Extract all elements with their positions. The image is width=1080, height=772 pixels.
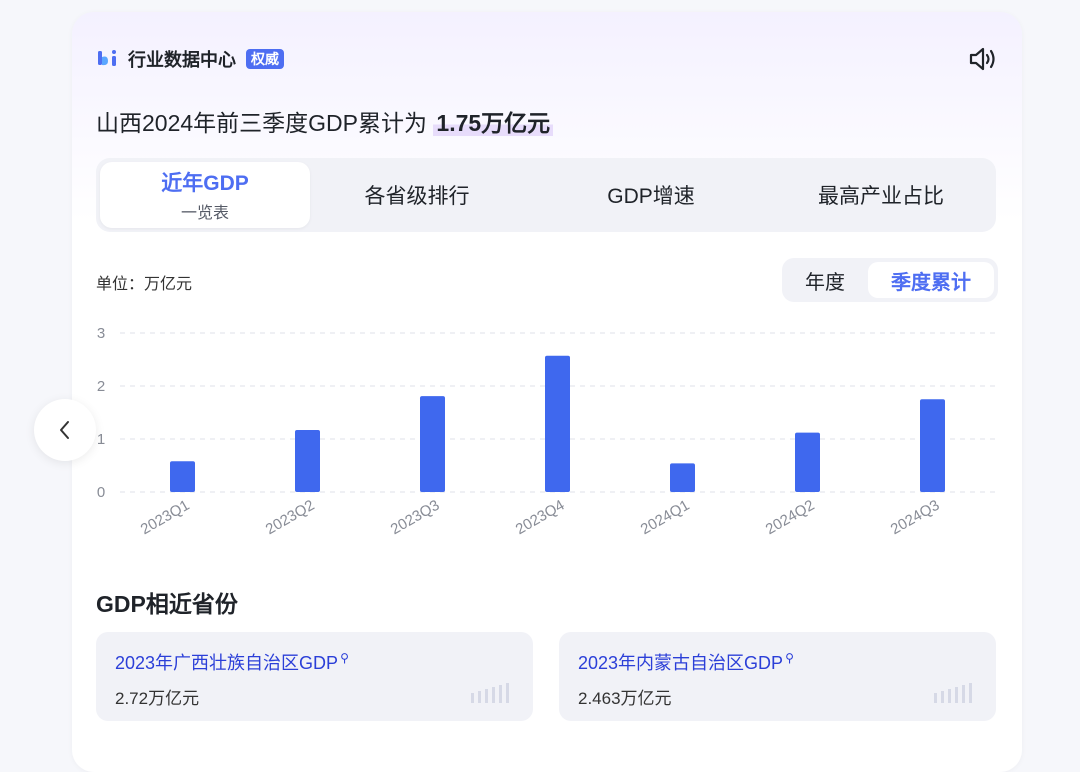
search-icon: ⚲ [785, 651, 794, 665]
bar [420, 396, 445, 492]
previous-button[interactable] [34, 399, 96, 461]
bar [795, 432, 820, 492]
y-tick-label: 3 [97, 325, 105, 342]
bar-chart-watermark-icon [934, 683, 972, 703]
x-tick-label: 2023Q2 [263, 497, 318, 538]
similar-province-name: 2023年内蒙古自治区GDP ⚲ [578, 649, 794, 675]
x-tick-label: 2023Q3 [388, 497, 443, 538]
y-tick-label: 1 [97, 431, 105, 448]
y-tick-label: 2 [97, 378, 105, 395]
x-tick-label: 2023Q4 [513, 497, 568, 538]
x-tick-label: 2024Q2 [763, 497, 818, 538]
similar-provinces-title: GDP相近省份 [96, 591, 238, 617]
gdp-bar-chart: 0 1 2 3 2023Q1 2023Q2 2023Q3 2023Q4 2024Q1 2024Q2… [97, 325, 995, 538]
x-tick-label: 2024Q1 [638, 497, 693, 538]
similar-province-card[interactable]: 2023年广西壮族自治区GDP ⚲ 2.72万亿元 [96, 632, 533, 721]
x-tick-label: 2024Q3 [888, 497, 943, 538]
similar-province-name: 2023年广西壮族自治区GDP ⚲ [115, 649, 349, 675]
bar-chart-watermark-icon [471, 683, 509, 703]
bar [670, 463, 695, 492]
search-icon: ⚲ [340, 651, 349, 665]
x-tick-label: 2023Q1 [138, 497, 193, 538]
bar [545, 355, 570, 492]
bar [295, 429, 320, 492]
chevron-left-icon [60, 421, 69, 439]
similar-province-name-text: 2023年广西壮族自治区GDP [115, 653, 339, 673]
similar-province-value: 2.463万亿元 [578, 689, 672, 708]
similar-province-value: 2.72万亿元 [115, 689, 200, 708]
similar-province-name-text: 2023年内蒙古自治区GDP [578, 653, 784, 673]
similar-province-card[interactable]: 2023年内蒙古自治区GDP ⚲ 2.463万亿元 [559, 632, 996, 721]
bar [170, 461, 195, 492]
y-tick-label: 0 [97, 484, 105, 501]
bar [920, 399, 945, 492]
